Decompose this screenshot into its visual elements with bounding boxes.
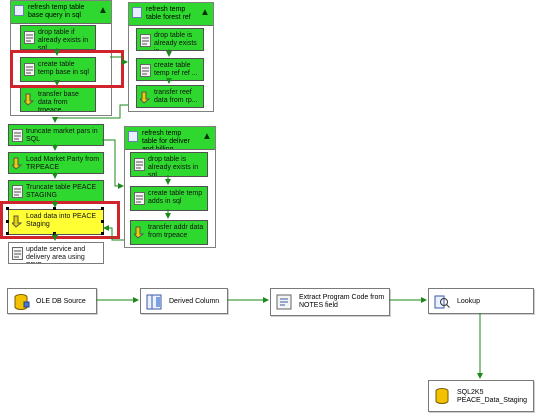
- data-flow-paths: [96, 297, 483, 379]
